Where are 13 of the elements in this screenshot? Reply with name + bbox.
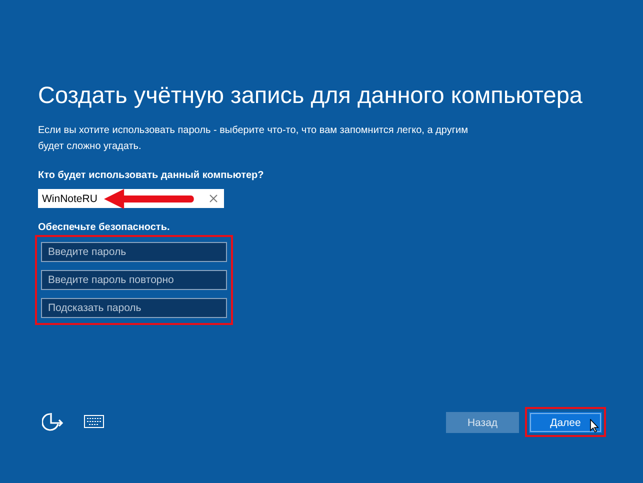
page-title: Создать учётную запись для данного компьютера xyxy=(38,82,582,109)
password-field[interactable]: Введите пароль повторно xyxy=(41,270,227,290)
clear-icon[interactable] xyxy=(209,194,218,203)
description-text: Если вы хотите использовать пароль - выберите что-то, что вам запомнится легко, а другим будет сложно угадать. xyxy=(38,124,469,154)
name-label: Кто будет использовать данный компьютер? xyxy=(38,170,264,181)
password-field[interactable]: Подсказать пароль xyxy=(41,298,227,318)
cursor-icon xyxy=(590,418,599,432)
accessibility-icon[interactable] xyxy=(42,412,64,432)
security-label: Обеспечьте безопасность. xyxy=(38,222,170,233)
password-field[interactable]: Введите пароль xyxy=(41,242,227,262)
next-button[interactable]: Далее xyxy=(529,412,602,433)
back-button[interactable]: Назад xyxy=(446,412,519,433)
keyboard-icon[interactable] xyxy=(84,415,104,428)
